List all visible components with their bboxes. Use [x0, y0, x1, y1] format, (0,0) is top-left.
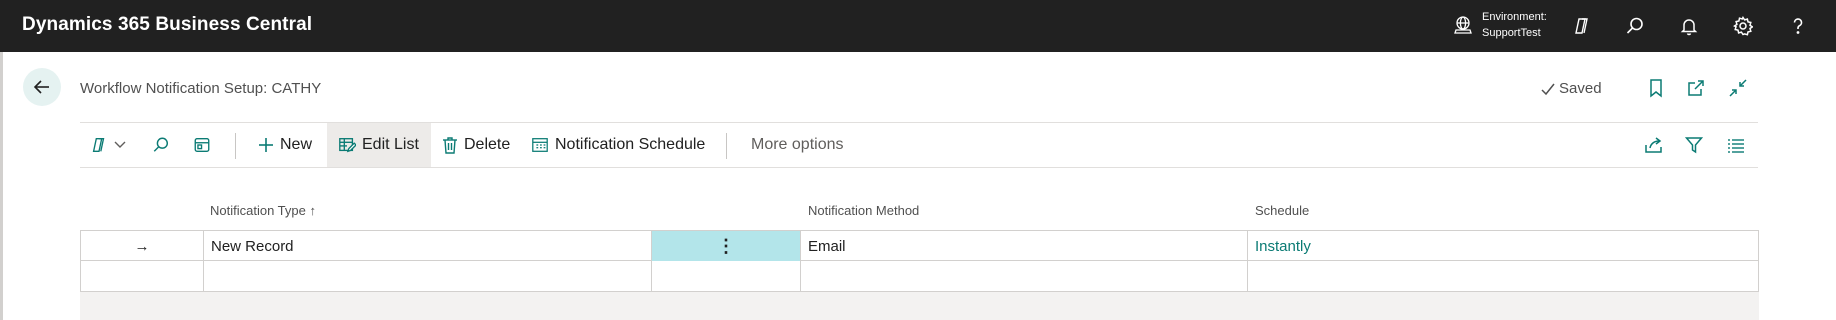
delete-button-label: Delete: [464, 136, 511, 153]
analysis-mode-button[interactable]: [193, 123, 217, 167]
search-icon: [153, 137, 169, 152]
separator: [235, 133, 236, 159]
collapse-icon[interactable]: [1726, 76, 1750, 100]
gear-icon[interactable]: [1729, 12, 1757, 40]
notification-schedule-button-label: Notification Schedule: [555, 136, 706, 153]
share-button[interactable]: [1644, 123, 1670, 167]
share-icon: [1645, 137, 1662, 153]
row-selector[interactable]: →: [81, 231, 204, 261]
notification-schedule-button[interactable]: Notification Schedule: [531, 123, 705, 167]
open-new-window-icon[interactable]: [1684, 76, 1708, 100]
new-button[interactable]: New: [258, 123, 312, 167]
list-view-button[interactable]: [1727, 123, 1751, 167]
save-status-label: Saved: [1559, 80, 1602, 97]
save-status: Saved: [1540, 80, 1602, 97]
row-selector[interactable]: [81, 261, 204, 291]
action-bar: New Edit List Delete Notification Schedu…: [80, 122, 1758, 168]
new-button-label: New: [280, 136, 313, 153]
chevron-down-icon: [114, 141, 126, 148]
table-row[interactable]: [80, 261, 1759, 292]
page-card: Workflow Notification Setup: CATHY Saved…: [0, 52, 1836, 320]
notification-type-cell[interactable]: New Record: [204, 231, 652, 261]
filter-button[interactable]: [1685, 123, 1709, 167]
column-header-notification-type[interactable]: Notification Type ↑: [210, 203, 316, 218]
column-header-notification-method[interactable]: Notification Method: [808, 203, 919, 218]
app-title[interactable]: Dynamics 365 Business Central: [22, 14, 312, 36]
sort-ascending-icon: ↑: [309, 203, 317, 218]
notification-type-cell[interactable]: [204, 261, 652, 291]
calendar-icon: [532, 138, 548, 152]
copilot-icon[interactable]: [1568, 12, 1596, 40]
more-options-label: More options: [751, 136, 844, 153]
copilot-menu-button[interactable]: [90, 123, 132, 167]
separator: [726, 133, 727, 159]
environment-name: SupportTest: [1482, 27, 1541, 39]
row-actions-cell: [652, 261, 801, 291]
bell-icon[interactable]: [1675, 12, 1703, 40]
plus-icon: [259, 138, 273, 152]
row-indicator-arrow-icon: →: [134, 237, 150, 255]
page-title: Workflow Notification Setup: CATHY: [80, 80, 322, 97]
column-header-schedule[interactable]: Schedule: [1255, 203, 1309, 218]
list-view-icon: [1728, 139, 1744, 153]
checkmark-icon: [1541, 83, 1555, 95]
filter-icon: [1685, 137, 1703, 154]
edit-list-button-label: Edit List: [362, 136, 419, 153]
edit-list-button[interactable]: Edit List: [327, 123, 431, 167]
search-icon[interactable]: [1621, 12, 1649, 40]
environment-label: Environment:: [1482, 11, 1547, 23]
schedule-cell[interactable]: [1248, 261, 1758, 291]
app-bar: Dynamics 365 Business Central Environmen…: [0, 0, 1836, 52]
notification-method-cell[interactable]: Email: [801, 231, 1248, 261]
page-edge: [0, 52, 3, 320]
search-button[interactable]: [152, 123, 176, 167]
bookmark-icon[interactable]: [1644, 76, 1668, 100]
grid-empty-area: [80, 292, 1759, 320]
table-row[interactable]: → New Record ⋮ Email Instantly: [80, 230, 1759, 261]
back-arrow-icon: [33, 80, 49, 94]
environment-switcher[interactable]: Environment: SupportTest: [1452, 9, 1547, 41]
analysis-mode-icon: [194, 138, 210, 152]
row-actions-menu[interactable]: ⋮: [652, 231, 801, 261]
environment-icon: [1454, 16, 1472, 34]
back-button[interactable]: [23, 68, 61, 106]
help-icon[interactable]: [1784, 12, 1812, 40]
notification-method-cell[interactable]: [801, 261, 1248, 291]
delete-button[interactable]: Delete: [442, 123, 510, 167]
schedule-cell[interactable]: Instantly: [1248, 231, 1758, 261]
trash-icon: [443, 137, 457, 154]
edit-list-icon: [339, 138, 356, 153]
copilot-icon: [92, 138, 105, 152]
more-options-button[interactable]: More options: [751, 123, 844, 167]
